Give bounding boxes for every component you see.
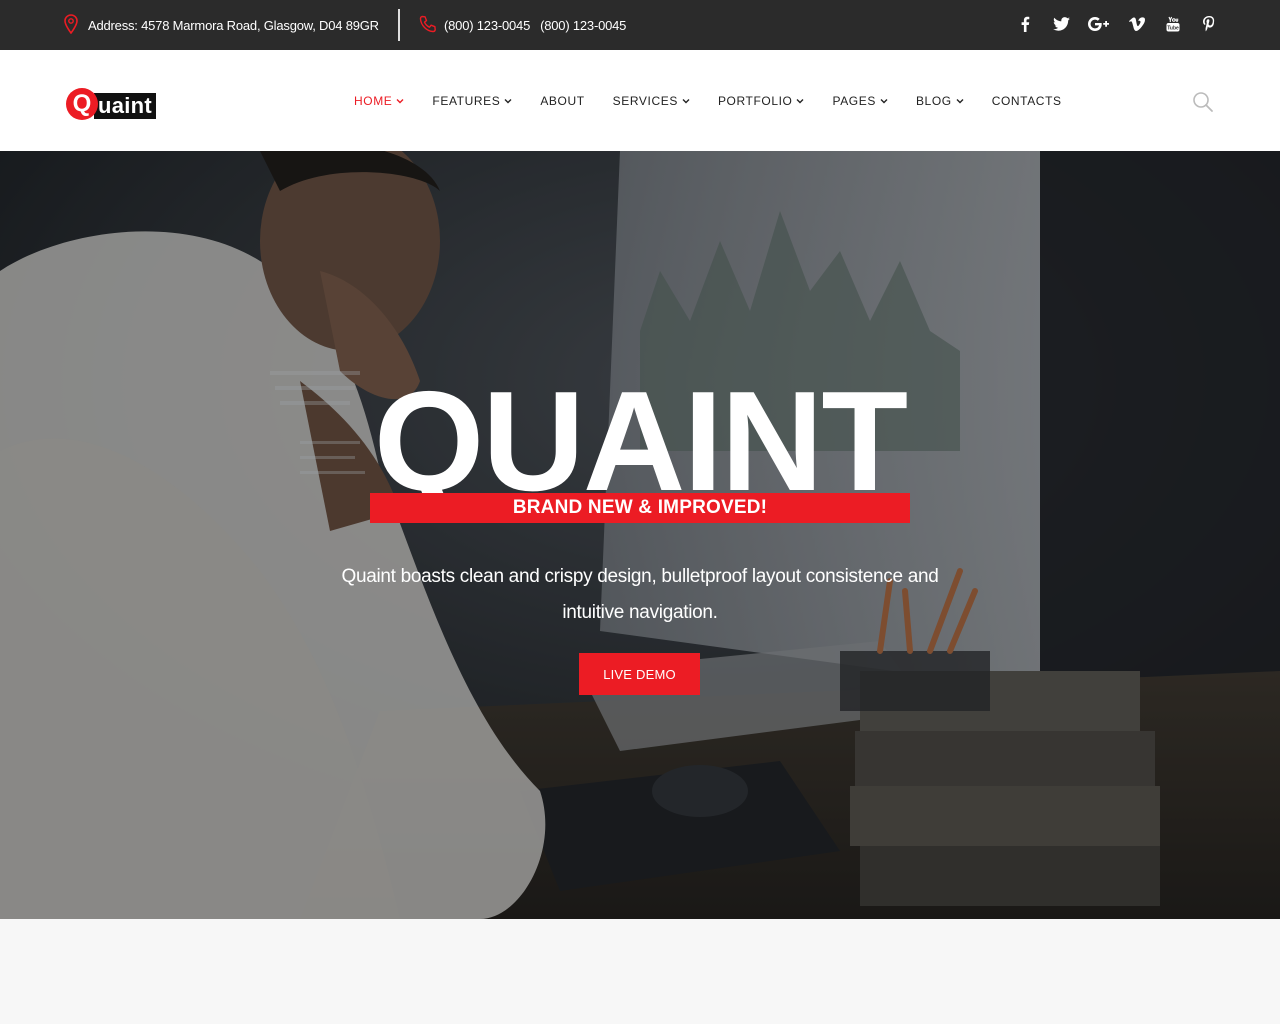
nav-item-label: CONTACTS bbox=[991, 94, 1062, 108]
chevron-down-icon bbox=[682, 99, 690, 104]
nav-item-features[interactable]: FEATURES bbox=[432, 94, 512, 108]
nav-item-about[interactable]: ABOUT bbox=[540, 94, 584, 108]
hero-title: QUAINT bbox=[373, 362, 908, 521]
pinterest-icon[interactable] bbox=[1200, 15, 1218, 33]
phone-number-1[interactable]: (800) 123-0045 bbox=[444, 18, 530, 33]
nav-item-blog[interactable]: BLOG bbox=[916, 94, 964, 108]
main-nav: HOME FEATURES ABOUT SERVICES PORTFOLIO P… bbox=[354, 92, 1090, 110]
nav-item-label: SERVICES bbox=[612, 94, 678, 108]
address-text: Address: 4578 Marmora Road, Glasgow, D04… bbox=[88, 17, 379, 33]
chevron-down-icon bbox=[504, 99, 512, 104]
logo[interactable]: Q uaint bbox=[66, 82, 157, 120]
hero-section: QUAINT BRAND NEW & IMPROVED! Quaint boas… bbox=[0, 151, 1280, 919]
address-info: Address: 4578 Marmora Road, Glasgow, D04… bbox=[64, 13, 379, 37]
nav-item-label: PORTFOLIO bbox=[717, 94, 793, 108]
nav-item-contacts[interactable]: CONTACTS bbox=[992, 94, 1062, 108]
twitter-icon[interactable] bbox=[1052, 15, 1070, 33]
hero-ribbon: BRAND NEW & IMPROVED! bbox=[370, 493, 910, 523]
social-links: Tube bbox=[1016, 12, 1218, 36]
phone-number-2[interactable]: (800) 123-0045 bbox=[540, 18, 626, 33]
nav-item-services[interactable]: SERVICES bbox=[613, 94, 690, 108]
logo-letter: Q bbox=[66, 88, 98, 120]
chevron-down-icon bbox=[956, 99, 964, 104]
live-demo-button[interactable]: LIVE DEMO bbox=[579, 653, 700, 695]
chevron-down-icon bbox=[880, 99, 888, 104]
hero-overlay bbox=[0, 151, 1280, 919]
site-header: Q uaint HOME FEATURES ABOUT SERVICES POR… bbox=[0, 50, 1280, 151]
nav-item-label: BLOG bbox=[915, 94, 952, 108]
nav-item-label: ABOUT bbox=[540, 94, 585, 108]
nav-item-pages[interactable]: PAGES bbox=[832, 94, 888, 108]
chevron-down-icon bbox=[796, 99, 804, 104]
svg-text:Tube: Tube bbox=[1167, 25, 1179, 31]
google-plus-icon[interactable] bbox=[1088, 15, 1110, 33]
nav-item-label: FEATURES bbox=[432, 94, 501, 108]
topbar-divider bbox=[398, 9, 400, 41]
chevron-down-icon bbox=[396, 99, 404, 104]
youtube-icon[interactable]: Tube bbox=[1164, 15, 1182, 33]
nav-item-portfolio[interactable]: PORTFOLIO bbox=[718, 94, 805, 108]
search-icon[interactable] bbox=[1192, 91, 1214, 113]
map-pin-icon bbox=[64, 13, 78, 37]
nav-item-home[interactable]: HOME bbox=[354, 94, 404, 108]
nav-item-label: HOME bbox=[354, 94, 393, 108]
vimeo-icon[interactable] bbox=[1128, 15, 1146, 33]
phone-icon bbox=[418, 14, 438, 37]
logo-text: uaint bbox=[94, 93, 157, 119]
hero-description: Quaint boasts clean and crispy design, b… bbox=[341, 566, 939, 623]
top-bar: Address: 4578 Marmora Road, Glasgow, D04… bbox=[0, 0, 1280, 50]
nav-item-label: PAGES bbox=[832, 94, 876, 108]
facebook-icon[interactable] bbox=[1016, 15, 1034, 33]
phone-info: (800) 123-0045 (800) 123-0045 bbox=[418, 13, 626, 37]
